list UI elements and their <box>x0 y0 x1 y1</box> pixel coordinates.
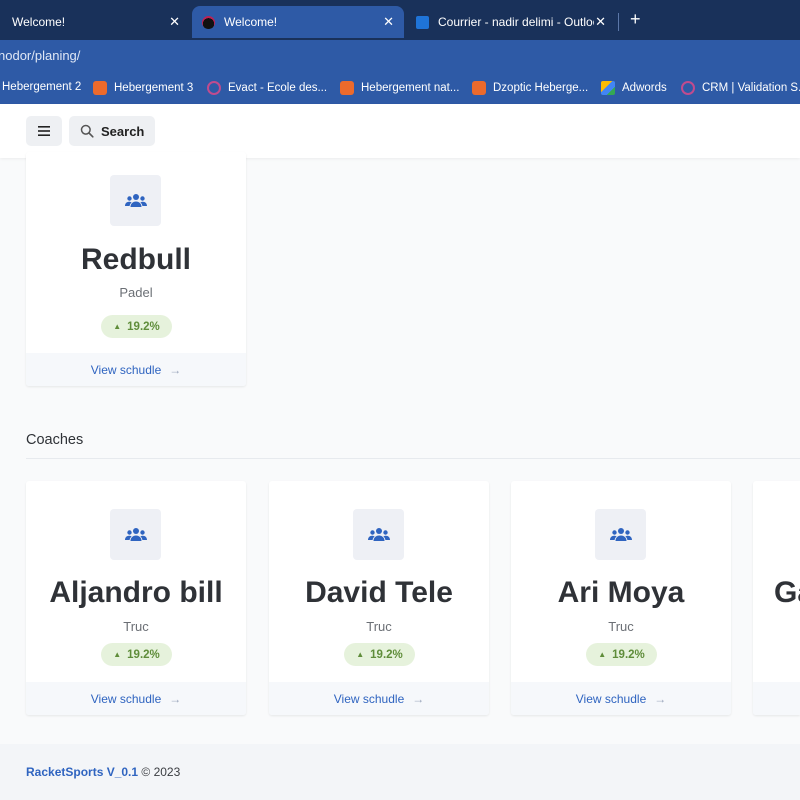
bookmark-item[interactable]: Hebergement 2 <box>2 81 81 93</box>
coach-card: Ari Moya Truc ▲ 19.2% View schudle → <box>511 481 731 715</box>
view-schedule-link[interactable]: View schudle → <box>26 682 246 715</box>
trend-up-icon: ▲ <box>356 650 365 659</box>
users-icon <box>609 527 632 541</box>
coach-name: Ari Moya <box>557 576 685 609</box>
close-tab-icon[interactable]: ✕ <box>383 14 394 30</box>
view-schedule-label: View schudle <box>90 691 162 706</box>
trend-badge: ▲ 19.2% <box>586 643 657 666</box>
trend-up-icon: ▲ <box>113 322 122 331</box>
cpanel-icon <box>340 81 354 95</box>
bookmark-item[interactable]: Hebergement nat... <box>340 81 459 95</box>
page-footer: RacketSports V_0.1 © 2023 <box>0 744 800 800</box>
view-schedule-link[interactable]: View schudle → <box>26 353 246 386</box>
bookmark-item[interactable]: CRM | Validation S... <box>681 81 800 95</box>
bookmarks-bar: Hebergement 2 Hebergement 3 Evact - Ecol… <box>0 72 800 104</box>
search-button[interactable]: Search <box>69 116 155 146</box>
trend-value: 19.2% <box>127 320 160 333</box>
icon-box <box>110 175 161 226</box>
coach-card: David Tele Truc ▲ 19.2% View schudle → <box>269 481 489 715</box>
search-icon <box>80 124 94 138</box>
coach-card: Aljandro bill Truc ▲ 19.2% View schudle … <box>26 481 246 715</box>
trend-value: 19.2% <box>612 648 645 661</box>
browser-tab-active[interactable]: Welcome! ✕ <box>192 6 404 38</box>
hamburger-icon <box>38 126 50 136</box>
bookmark-item[interactable]: Adwords <box>601 81 667 95</box>
coach-name: David Tele <box>305 576 453 609</box>
bookmark-item[interactable]: Hebergement 3 <box>93 81 193 95</box>
section-title-coaches: Coaches <box>26 432 84 448</box>
tab-divider <box>618 13 619 31</box>
bookmark-label: Adwords <box>622 82 667 94</box>
trend-up-icon: ▲ <box>598 650 607 659</box>
users-icon <box>124 193 147 207</box>
site-icon <box>681 81 695 95</box>
users-icon <box>124 527 147 541</box>
trend-value: 19.2% <box>370 648 403 661</box>
footer-text: RacketSports V_0.1 © 2023 <box>26 765 180 779</box>
address-bar[interactable]: nodor/planing/ <box>0 40 800 72</box>
view-schedule-link[interactable] <box>753 682 800 715</box>
tab-title: Courrier - nadir delimi - Outlook <box>438 15 594 29</box>
arrow-right-icon: → <box>169 362 182 377</box>
arrow-right-icon: → <box>169 691 182 706</box>
icon-box <box>595 509 646 560</box>
view-schedule-label: View schudle <box>333 691 405 706</box>
app-header: Search <box>0 104 800 158</box>
arrow-right-icon: → <box>654 691 667 706</box>
trend-badge: ▲ 19.2% <box>101 643 172 666</box>
browser-tab[interactable]: Courrier - nadir delimi - Outlook ✕ <box>406 6 616 38</box>
view-schedule-link[interactable]: View schudle → <box>511 682 731 715</box>
bookmark-label: Evact - Ecole des... <box>228 82 328 94</box>
icon-box <box>353 509 404 560</box>
tab-title: Welcome! <box>224 15 278 29</box>
site-favicon-icon <box>202 15 215 29</box>
close-tab-icon[interactable]: ✕ <box>595 14 606 30</box>
adwords-icon <box>601 81 615 95</box>
view-schedule-label: View schudle <box>90 362 162 377</box>
bookmark-label: Dzoptic Heberge... <box>493 82 589 94</box>
bookmark-item[interactable]: Evact - Ecole des... <box>207 81 327 95</box>
browser-tab[interactable]: Welcome! ✕ <box>0 6 190 38</box>
bookmark-label: Hebergement 2 <box>2 81 82 93</box>
cpanel-icon <box>472 81 486 95</box>
users-icon <box>367 527 390 541</box>
view-schedule-link[interactable]: View schudle → <box>269 682 489 715</box>
browser-tab-bar: Welcome! ✕ Welcome! ✕ Courrier - nadir d… <box>0 0 800 40</box>
cpanel-icon <box>93 81 107 95</box>
trend-up-icon: ▲ <box>113 650 122 659</box>
coach-card: Ga <box>753 481 800 715</box>
club-sport: Padel <box>119 285 153 300</box>
coach-sport: Truc <box>366 619 392 634</box>
bookmark-item[interactable]: Dzoptic Heberge... <box>472 81 588 95</box>
section-divider <box>26 458 800 459</box>
trend-value: 19.2% <box>127 648 160 661</box>
trend-badge: ▲ 19.2% <box>101 315 172 338</box>
coach-sport: Truc <box>608 619 634 634</box>
close-tab-icon[interactable]: ✕ <box>169 14 180 30</box>
club-card: Redbull Padel ▲ 19.2% View schudle → <box>26 152 246 386</box>
bookmark-label: CRM | Validation S... <box>702 82 800 94</box>
url-text: nodor/planing/ <box>0 48 81 63</box>
footer-copyright: © 2023 <box>141 765 181 779</box>
coach-name: Aljandro bill <box>49 576 223 609</box>
footer-brand-link[interactable]: RacketSports V_0.1 <box>26 765 138 779</box>
search-label: Search <box>101 123 145 139</box>
outlook-icon <box>416 15 429 29</box>
new-tab-button[interactable]: + <box>630 9 641 30</box>
coach-name: Ga <box>774 576 800 609</box>
icon-box <box>110 509 161 560</box>
tab-title: Welcome! <box>12 15 66 29</box>
site-icon <box>207 81 221 95</box>
bookmark-label: Hebergement 3 <box>114 82 194 94</box>
bookmark-label: Hebergement nat... <box>361 82 460 94</box>
trend-badge: ▲ 19.2% <box>344 643 415 666</box>
menu-button[interactable] <box>26 116 62 146</box>
coach-sport: Truc <box>123 619 149 634</box>
view-schedule-label: View schudle <box>575 691 647 706</box>
arrow-right-icon: → <box>412 691 425 706</box>
club-name: Redbull <box>81 243 191 276</box>
